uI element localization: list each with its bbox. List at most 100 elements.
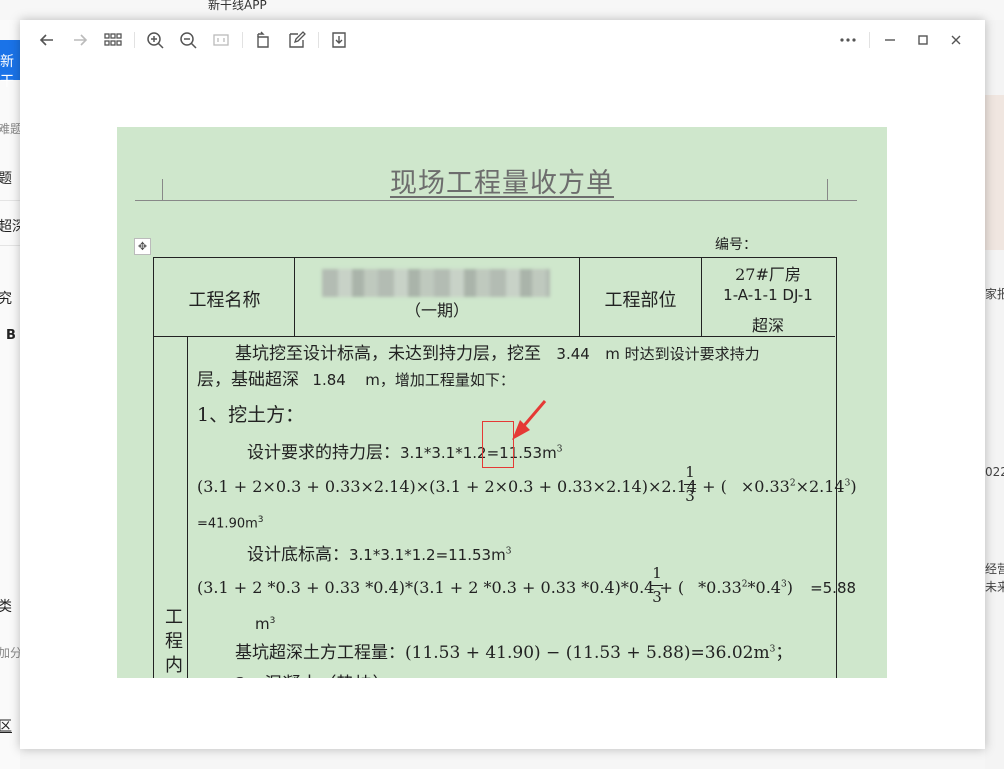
background-left-item[interactable]: 难题	[0, 120, 22, 137]
formula-part: )	[786, 578, 793, 597]
document-number-label: 编号：	[715, 237, 757, 253]
maximize-icon	[918, 35, 928, 45]
redacted-project-name	[322, 269, 550, 297]
result-value: =41.90m	[197, 516, 258, 532]
download-button[interactable]	[328, 29, 350, 51]
unit-text: m	[255, 615, 270, 633]
fraction-bar	[651, 585, 663, 586]
table-col-divider	[579, 257, 580, 336]
viewer-toolbar	[20, 20, 985, 60]
background-top-bar	[0, 0, 1004, 20]
background-left-item[interactable]: 类	[0, 596, 12, 616]
extra-volume-tail: ；	[775, 643, 793, 663]
content-paragraph-line2: 层，基础超深 1.84 m，增加工程量如下：	[197, 365, 515, 390]
document-title: 现场工程量收方单	[390, 168, 614, 199]
minimize-button[interactable]	[879, 29, 901, 51]
more-icon	[840, 38, 856, 42]
left-column-char: 内	[165, 655, 183, 676]
background-left-item[interactable]: 区	[0, 716, 12, 736]
zoom-in-icon	[147, 32, 164, 49]
back-icon	[39, 34, 53, 46]
bearing-expr: 3.1*3.1*	[400, 444, 463, 462]
download-icon	[332, 32, 346, 48]
background-left-item[interactable]: 题	[0, 168, 12, 188]
design-base-line: 设计底标高：3.1*3.1*1.2=11.53m3	[247, 545, 512, 565]
annotation-arrow-icon	[512, 400, 547, 440]
volume-result-1: =41.90m3	[197, 515, 264, 532]
zoom-in-button[interactable]	[144, 29, 166, 51]
toolbar-divider	[869, 32, 870, 48]
over-depth-value: 1.84	[312, 371, 346, 389]
project-part-value: 1-A-1-1 DJ-1	[723, 286, 813, 304]
left-column-char: 工	[165, 607, 183, 628]
background-left-header: 新干	[0, 40, 20, 90]
fraction-bar	[684, 484, 696, 485]
background-right-text: 未来完	[985, 580, 1004, 594]
maximize-button[interactable]	[912, 29, 934, 51]
table-row-divider	[153, 336, 835, 337]
formula-part: *0.33	[698, 578, 742, 597]
project-name-suffix: （一期）	[404, 301, 469, 320]
formula-part: )	[850, 477, 857, 496]
grid-icon	[104, 33, 122, 46]
toolbar-divider	[134, 32, 135, 48]
bearing-layer-label: 设计要求的持力层：	[247, 443, 400, 463]
edit-button[interactable]	[286, 29, 308, 51]
background-bottom-bar	[20, 749, 985, 769]
paragraph-text: m 时达到设计要求持力	[605, 345, 760, 363]
background-right-text: 022	[985, 465, 1004, 479]
background-left-item[interactable]: 加分	[0, 644, 22, 661]
design-base-label: 设计底标高：	[247, 545, 349, 565]
left-column-char: 程	[165, 631, 183, 652]
formula-part: (3.1 + 2 *0.3 + 0.33 *0.4)*(3.1 + 2 *0.3…	[197, 578, 685, 597]
table-col-divider	[701, 257, 702, 336]
background-right-text: 家报	[985, 287, 1004, 301]
thumbnail-grid-button[interactable]	[102, 29, 124, 51]
zoom-out-icon	[180, 32, 197, 49]
formula-part: ×0.33	[740, 477, 790, 496]
background-divider	[0, 245, 20, 246]
fraction-denominator: 3	[652, 588, 662, 606]
close-button[interactable]	[945, 29, 967, 51]
formula-part: (3.1 + 2×0.3 + 0.33×2.14)×(3.1 + 2×0.3 +…	[197, 477, 727, 496]
content-paragraph-line1: 基坑挖至设计标高，未达到持力层，挖至 3.44 m 时达到设计要求持力	[235, 339, 760, 364]
fraction-denominator: 3	[685, 487, 695, 505]
section-heading-earthwork: 1、挖土方：	[197, 404, 305, 426]
table-move-handle-icon[interactable]: ✥	[134, 238, 151, 255]
image-viewer-window: 现场工程量收方单 ✥ 编号： 工程名称 （一期） 工程部位 27#厂房 1-A-…	[20, 20, 985, 749]
table-col-divider	[187, 336, 188, 678]
forward-button[interactable]	[69, 29, 91, 51]
project-part-value: 27#厂房	[735, 265, 801, 284]
back-button[interactable]	[36, 29, 58, 51]
paragraph-text: m，增加工程量如下：	[365, 371, 515, 389]
rotate-button[interactable]	[253, 29, 275, 51]
title-rule	[135, 200, 857, 201]
paragraph-text: 基坑挖至设计标高，未达到持力层，挖至	[235, 344, 541, 364]
extra-volume-line: 基坑超深土方工程量：(11.53 + 41.90) − (11.53 + 5.8…	[235, 643, 793, 663]
zoom-out-button[interactable]	[177, 29, 199, 51]
section-heading-concrete: 2、混凝土（垫块）	[235, 670, 390, 678]
background-bold-button[interactable]: B	[6, 328, 16, 343]
volume-result-2: =5.88	[810, 579, 857, 597]
background-left-item[interactable]: 究	[0, 288, 12, 308]
edit-icon	[289, 31, 306, 48]
toolbar-divider	[242, 32, 243, 48]
extra-volume-text: 基坑超深土方工程量：(11.53 + 41.90) − (11.53 + 5.8…	[235, 643, 770, 663]
volume-formula-2: (3.1 + 2 *0.3 + 0.33 *0.4)*(3.1 + 2 *0.3…	[197, 578, 857, 597]
project-part-value: 超深	[751, 316, 784, 335]
fraction-numerator: 1	[685, 463, 695, 481]
rotate-icon	[257, 31, 269, 48]
background-left-header-text: 新干	[0, 54, 14, 90]
more-options-button[interactable]	[837, 29, 859, 51]
fit-to-window-button[interactable]	[210, 29, 232, 51]
background-ad-image[interactable]	[985, 95, 1004, 250]
table-col-divider	[294, 257, 295, 336]
volume-unit-2: m3	[255, 615, 276, 633]
formula-part: ×2.14	[795, 477, 845, 496]
toolbar-divider	[318, 32, 319, 48]
minimize-icon	[885, 39, 895, 41]
fit-icon	[213, 34, 229, 46]
document-page: 现场工程量收方单 ✥ 编号： 工程名称 （一期） 工程部位 27#厂房 1-A-…	[117, 127, 887, 678]
fraction-numerator: 1	[652, 564, 662, 582]
volume-formula-1: (3.1 + 2×0.3 + 0.33×2.14)×(3.1 + 2×0.3 +…	[197, 477, 857, 496]
